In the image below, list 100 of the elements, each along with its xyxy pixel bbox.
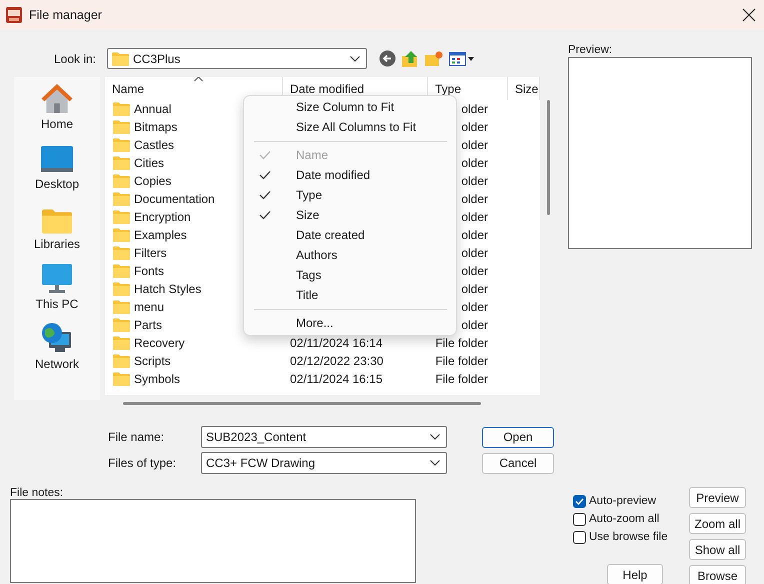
- file-name-text[interactable]: Fonts: [134, 264, 164, 278]
- check-icon: [259, 190, 271, 200]
- folder-icon: [113, 192, 130, 206]
- checkbox[interactable]: [573, 494, 586, 508]
- file-name-label: File name:: [108, 430, 166, 444]
- menu-item[interactable]: More...: [244, 313, 456, 333]
- file-name-text[interactable]: Hatch Styles: [134, 282, 202, 296]
- file-name-text[interactable]: Copies: [134, 174, 172, 188]
- folder-icon: [113, 372, 130, 386]
- back-icon[interactable]: [379, 50, 396, 67]
- checkbox[interactable]: [573, 530, 586, 544]
- app-logo: [6, 7, 22, 23]
- menu-item[interactable]: Size Column to Fit: [244, 97, 456, 117]
- file-name-text[interactable]: Documentation: [134, 192, 215, 206]
- dialog-button[interactable]: Cancel: [482, 452, 554, 474]
- dialog-button[interactable]: Open: [482, 426, 554, 448]
- file-type-label: Files of type:: [108, 456, 178, 470]
- action-button[interactable]: Show all: [689, 539, 746, 560]
- places-item[interactable]: Libraries: [30, 191, 84, 251]
- folder-icon: [113, 210, 130, 224]
- menu-item[interactable]: Tags: [244, 265, 456, 285]
- type-text: File folder: [435, 354, 488, 368]
- folder-icon: [113, 102, 130, 116]
- check-icon: [259, 150, 271, 160]
- folder-icon: [113, 264, 130, 278]
- type-text: File folder: [435, 372, 488, 386]
- chevron-icon: [430, 460, 440, 466]
- look-in-label: Look in:: [52, 52, 97, 66]
- up-folder-icon[interactable]: [402, 50, 419, 68]
- file-name-text[interactable]: Recovery: [134, 336, 185, 350]
- file-name-field[interactable]: SUB2023_Content: [201, 426, 447, 448]
- folder-icon: [113, 228, 130, 242]
- file-notes-label: File notes:: [10, 487, 64, 499]
- menu-item[interactable]: Date created: [244, 225, 456, 245]
- date-text: 02/12/2022 23:30: [290, 354, 384, 368]
- places-item[interactable]: Network: [30, 311, 83, 371]
- menu-item[interactable]: Type: [244, 185, 456, 205]
- file-name-text[interactable]: Parts: [134, 318, 162, 332]
- new-folder-icon[interactable]: [425, 50, 443, 66]
- type-text: older: [461, 156, 488, 170]
- file-name-text[interactable]: Examples: [134, 228, 187, 242]
- file-notes-field[interactable]: [10, 499, 416, 583]
- menu-item[interactable]: Size All Columns to Fit: [244, 117, 456, 137]
- type-text: File folder: [435, 336, 488, 350]
- type-text: older: [461, 120, 488, 134]
- type-text: older: [461, 102, 488, 116]
- menu-item[interactable]: Authors: [244, 245, 456, 265]
- folder-icon: [112, 52, 129, 66]
- type-text: older: [461, 246, 488, 260]
- folder-icon: [113, 336, 130, 350]
- checkbox[interactable]: [573, 512, 586, 526]
- checkbox-option[interactable]: Auto-zoom all: [573, 510, 673, 528]
- type-text: older: [461, 210, 488, 224]
- checkbox-option[interactable]: Use browse file: [573, 528, 673, 546]
- file-name-text[interactable]: Filters: [134, 246, 167, 260]
- file-type-dropdown[interactable]: CC3+ FCW Drawing: [201, 452, 447, 474]
- file-name-text[interactable]: Encryption: [134, 210, 191, 224]
- file-name-text[interactable]: Cities: [134, 156, 164, 170]
- type-text: older: [461, 228, 488, 242]
- folder-icon: [113, 156, 130, 170]
- file-name-text[interactable]: menu: [134, 300, 164, 314]
- close-icon[interactable]: [742, 8, 756, 22]
- type-text: older: [461, 264, 488, 278]
- menu-item[interactable]: Title: [244, 285, 456, 305]
- checkbox-option[interactable]: Auto-preview: [573, 492, 673, 510]
- chevron-icon: [350, 56, 360, 62]
- monitor-icon: [42, 264, 72, 294]
- date-text: 02/11/2024 16:14: [290, 336, 383, 350]
- file-name-text[interactable]: Scripts: [134, 354, 171, 368]
- file-name-text[interactable]: Symbols: [134, 372, 180, 386]
- network-icon: [40, 322, 73, 354]
- type-text: older: [461, 138, 488, 152]
- folder-icon: [113, 318, 130, 332]
- column-header[interactable]: Size: [508, 77, 540, 100]
- view-menu-icon[interactable]: [449, 52, 475, 66]
- type-text: older: [461, 282, 488, 296]
- folder-icon: [113, 138, 130, 152]
- places-item[interactable]: Home: [36, 83, 78, 131]
- house-icon: [40, 83, 74, 114]
- preview-label: Preview:: [568, 44, 614, 57]
- folder-icon: [113, 120, 130, 134]
- places-item[interactable]: Desktop: [30, 131, 84, 191]
- folder-icon: [113, 174, 130, 188]
- file-name-text[interactable]: Castles: [134, 138, 174, 152]
- action-button[interactable]: Browse: [689, 565, 746, 584]
- action-button[interactable]: Zoom all: [689, 513, 746, 534]
- folder-icon: [113, 354, 130, 368]
- desktop-icon: [41, 146, 73, 174]
- type-text: older: [461, 318, 488, 332]
- file-name-text[interactable]: Bitmaps: [134, 120, 178, 134]
- menu-item[interactable]: Date modified: [244, 165, 456, 185]
- file-name-text[interactable]: Annual: [134, 102, 172, 116]
- places-item[interactable]: This PC: [32, 251, 82, 311]
- menu-item[interactable]: Size: [244, 205, 456, 225]
- look-in-dropdown[interactable]: CC3Plus: [107, 48, 367, 69]
- type-text: older: [461, 300, 488, 314]
- action-button[interactable]: Preview: [689, 487, 746, 508]
- help-button[interactable]: Help: [607, 564, 663, 584]
- window-title: File manager: [29, 8, 102, 22]
- type-text: older: [461, 192, 488, 206]
